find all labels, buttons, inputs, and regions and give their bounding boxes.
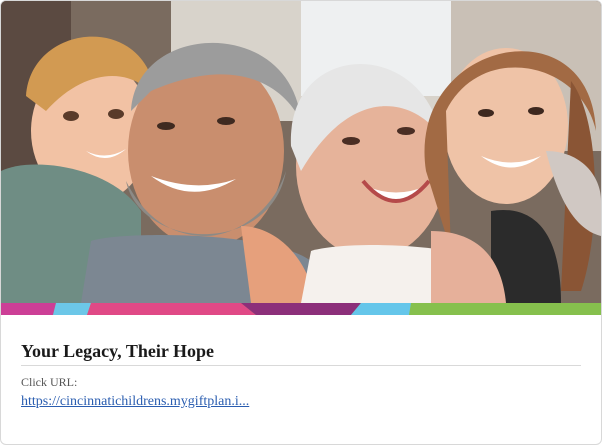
click-url-link[interactable]: https://cincinnatichildrens.mygiftplan.i… (21, 393, 249, 411)
stripe-segment (241, 303, 361, 315)
stripe-segment (351, 303, 411, 315)
stripe-segment (1, 303, 56, 315)
click-url-label: Click URL: (21, 375, 78, 389)
family-photo (1, 1, 601, 303)
card-content: Your Legacy, Their Hope Click URL: https… (21, 339, 581, 411)
color-stripe (1, 303, 601, 315)
promo-card: Your Legacy, Their Hope Click URL: https… (0, 0, 602, 445)
stripe-segment (87, 303, 256, 315)
stripe-segment (53, 303, 91, 315)
card-title: Your Legacy, Their Hope (21, 339, 581, 366)
